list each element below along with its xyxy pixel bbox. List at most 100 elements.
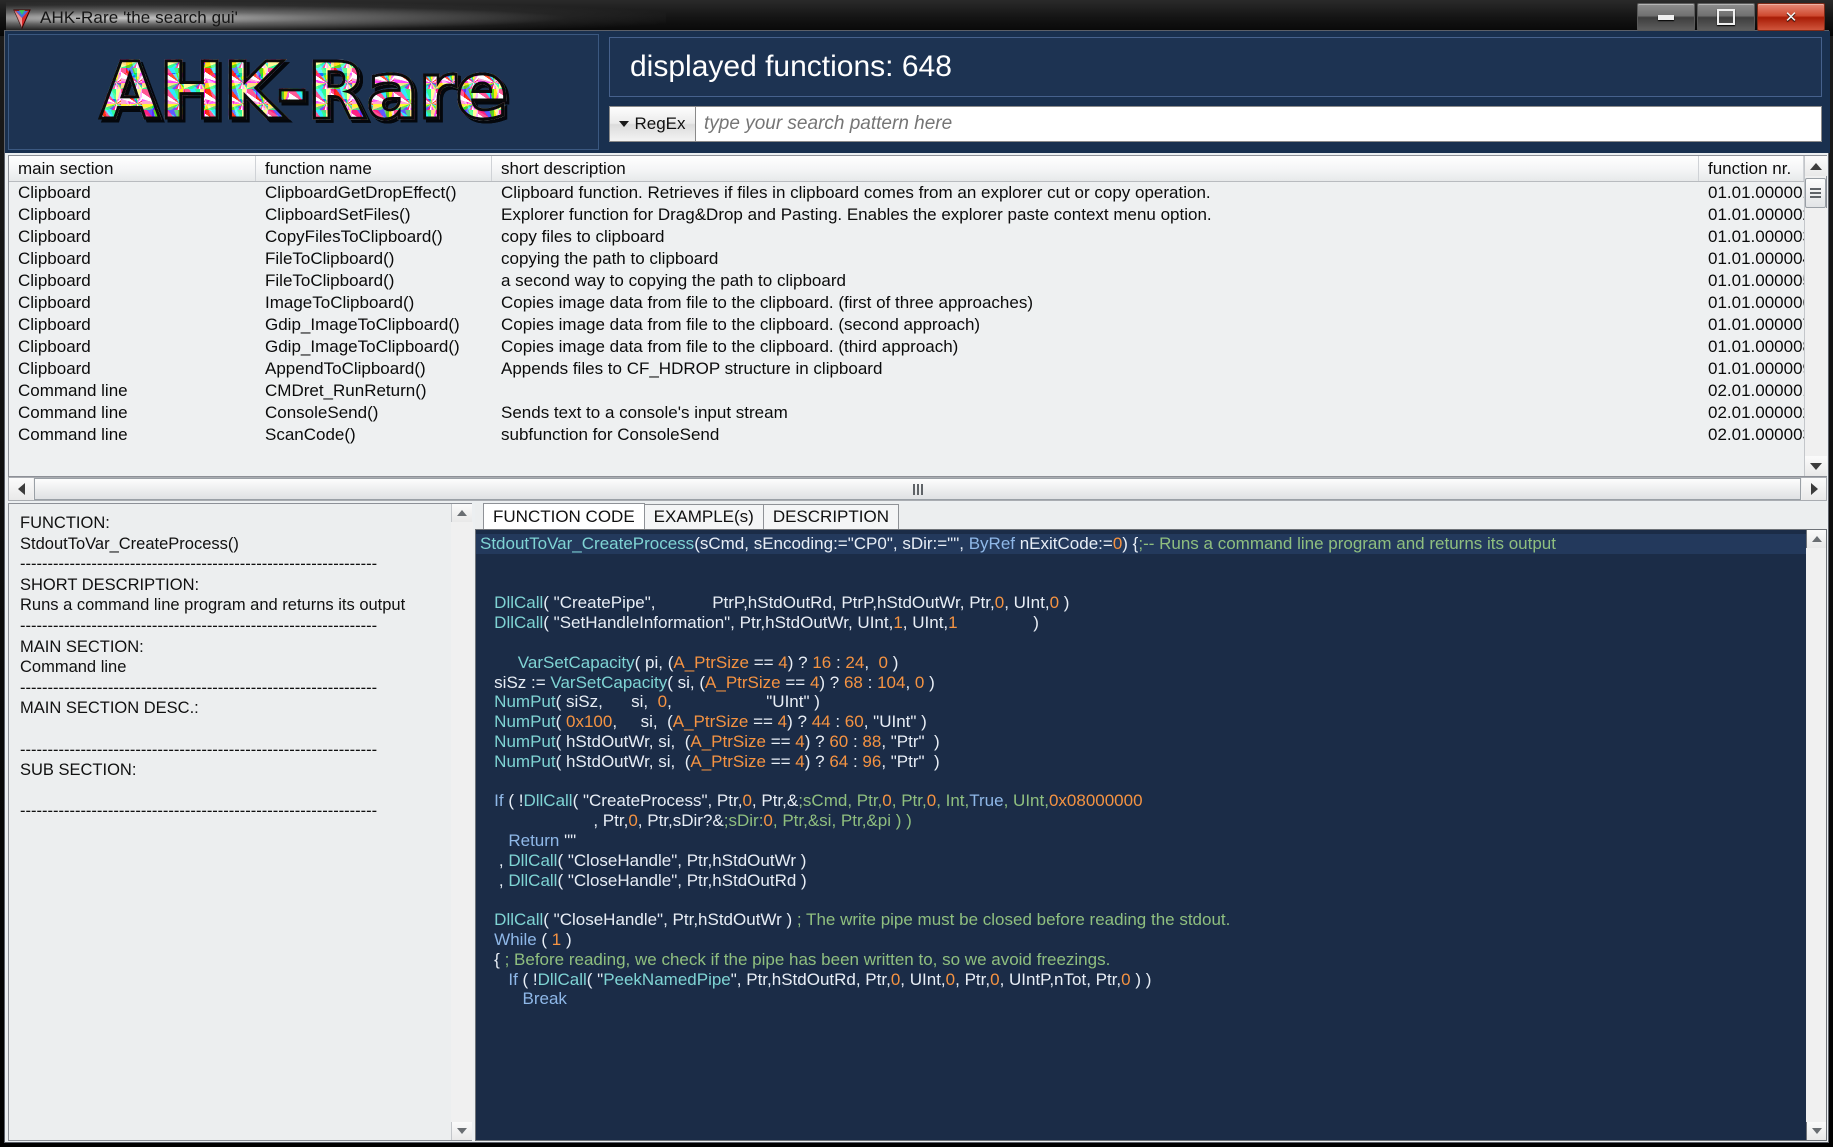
table-vertical-scrollbar[interactable] [1804,156,1826,476]
code-line: If ( !DllCall( "CreateProcess", Ptr,0, P… [476,791,1806,811]
code-line: StdoutToVar_CreateProcess(sCmd, sEncodin… [476,534,1806,554]
logo-panel: AHK-Rare [8,34,599,150]
code-pane: FUNCTION CODEEXAMPLE(s)DESCRIPTION Stdou… [475,503,1827,1141]
scroll-right-button[interactable] [1802,478,1826,500]
search-input[interactable] [695,106,1822,142]
code-tabs[interactable]: FUNCTION CODEEXAMPLE(s)DESCRIPTION [475,503,1827,529]
cell-short-description: Explorer function for Drag&Drop and Past… [492,204,1699,226]
table-row[interactable]: ClipboardGdip_ImageToClipboard()Copies i… [9,314,1804,336]
scroll-left-button[interactable] [9,478,33,500]
cell-main-section: Clipboard [9,204,256,226]
close-button[interactable]: ✕ [1757,3,1825,31]
cell-function-nr: 02.01.000001 [1699,380,1804,402]
table-row[interactable]: Command lineScanCode()subfunction for Co… [9,424,1804,446]
minimize-button[interactable] [1637,3,1695,31]
table-row[interactable]: Command lineCMDret_RunReturn() 02.01.0000… [9,380,1804,402]
detail-scroll-up-button[interactable] [452,504,472,522]
maximize-icon [1717,9,1735,25]
code-line: , DllCall( "CloseHandle", Ptr,hStdOutRd … [476,871,1806,891]
code-content[interactable]: StdoutToVar_CreateProcess(sCmd, sEncodin… [476,530,1806,1140]
column-header-short-description[interactable]: short description [492,156,1699,181]
code-line: { ; Before reading, we check if the pipe… [476,950,1806,970]
table-row[interactable]: ClipboardGdip_ImageToClipboard()Copies i… [9,336,1804,358]
table-row[interactable]: ClipboardFileToClipboard()copying the pa… [9,248,1804,270]
cell-short-description: Sends text to a console's input stream [492,402,1699,424]
table-row[interactable]: ClipboardClipboardSetFiles()Explorer fun… [9,204,1804,226]
scroll-up-button[interactable] [1805,156,1827,176]
scroll-down-button[interactable] [1805,456,1827,476]
cell-function-name: ScanCode() [256,424,492,446]
code-line: Break [476,989,1806,1009]
cell-main-section: Command line [9,402,256,424]
search-area: displayed functions: 648 RegEx [609,37,1822,147]
cell-function-nr: 01.01.000008 [1699,336,1804,358]
code-line [476,772,1806,792]
client-area: AHK-Rare displayed functions: 648 RegEx [4,30,1829,1143]
function-detail-text: FUNCTION: StdoutToVar_CreateProcess() --… [9,504,451,1140]
detail-scroll-track[interactable] [451,522,473,1122]
cell-function-nr: 02.01.000002 [1699,402,1804,424]
triangle-up-icon [1810,163,1822,170]
table-horizontal-scrollbar[interactable] [8,477,1827,501]
cell-main-section: Clipboard [9,336,256,358]
code-vertical-scrollbar[interactable] [1806,530,1826,1140]
column-header-function-nr[interactable]: function nr. [1699,156,1804,181]
maximize-button[interactable] [1697,3,1755,31]
cell-function-nr: 01.01.000001 [1699,182,1804,204]
code-line [476,574,1806,594]
cell-function-nr: 01.01.000005 [1699,270,1804,292]
tab-example-s[interactable]: EXAMPLE(s) [644,504,764,529]
table-row[interactable]: ClipboardImageToClipboard()Copies image … [9,292,1804,314]
app-logo-text: AHK-Rare [100,47,508,137]
window-controls: ✕ [1637,3,1825,31]
cell-function-name: ClipboardSetFiles() [256,204,492,226]
code-line: DllCall( "CloseHandle", Ptr,hStdOutWr ) … [476,910,1806,930]
code-scroll-track[interactable] [1806,548,1828,1122]
cell-main-section: Command line [9,380,256,402]
code-line: VarSetCapacity( pi, (A_PtrSize == 4) ? 1… [476,653,1806,673]
tab-function-code[interactable]: FUNCTION CODE [483,503,645,529]
cell-short-description [492,380,1699,402]
cell-function-nr: 02.01.000003 [1699,424,1804,446]
displayed-functions-count: displayed functions: 648 [610,50,952,84]
grip-line [1810,196,1821,198]
tab-description[interactable]: DESCRIPTION [763,504,899,529]
triangle-down-icon [1810,463,1822,470]
cell-function-name: CMDret_RunReturn() [256,380,492,402]
table-row[interactable]: ClipboardCopyFilesToClipboard()copy file… [9,226,1804,248]
scroll-track[interactable] [1805,208,1827,456]
cell-function-name: CopyFilesToClipboard() [256,226,492,248]
code-line: NumPut( hStdOutWr, si, (A_PtrSize == 4) … [476,732,1806,752]
cell-function-name: Gdip_ImageToClipboard() [256,336,492,358]
detail-scroll-down-button[interactable] [452,1122,472,1140]
cell-function-nr: 01.01.000007 [1699,314,1804,336]
minimize-icon [1658,15,1674,20]
detail-vertical-scrollbar[interactable] [451,504,471,1140]
code-line: Return "" [476,831,1806,851]
table-row[interactable]: ClipboardClipboardGetDropEffect()Clipboa… [9,182,1804,204]
horizontal-scroll-thumb[interactable] [34,478,1801,500]
cell-short-description: subfunction for ConsoleSend [492,424,1699,446]
table-rows-container[interactable]: ClipboardClipboardGetDropEffect()Clipboa… [9,182,1804,476]
table-row[interactable]: ClipboardAppendToClipboard()Appends file… [9,358,1804,380]
regex-dropdown-button[interactable]: RegEx [609,106,695,142]
code-scroll-down-button[interactable] [1807,1122,1827,1140]
code-line: siSz := VarSetCapacity( si, (A_PtrSize =… [476,673,1806,693]
scroll-thumb[interactable] [1805,178,1826,208]
table-row[interactable]: ClipboardFileToClipboard()a second way t… [9,270,1804,292]
column-header-main-section[interactable]: main section [9,156,256,181]
code-line [476,554,1806,574]
column-header-function-name[interactable]: function name [256,156,492,181]
chevron-down-icon [619,121,629,127]
code-line: , Ptr,0, Ptr,sDir?&;sDir:0, Ptr,&si, Ptr… [476,811,1806,831]
code-line: DllCall( "CreatePipe", PtrP,hStdOutRd, P… [476,593,1806,613]
triangle-right-icon [1811,483,1818,495]
regex-button-label: RegEx [634,114,685,134]
triangle-down-icon [1812,1128,1822,1134]
table-row[interactable]: Command lineConsoleSend()Sends text to a… [9,402,1804,424]
cell-short-description: copy files to clipboard [492,226,1699,248]
code-line: While ( 1 ) [476,930,1806,950]
functions-table-body-wrap: main section function name short descrip… [9,156,1804,476]
code-scroll-up-button[interactable] [1807,530,1827,548]
cell-main-section: Clipboard [9,292,256,314]
